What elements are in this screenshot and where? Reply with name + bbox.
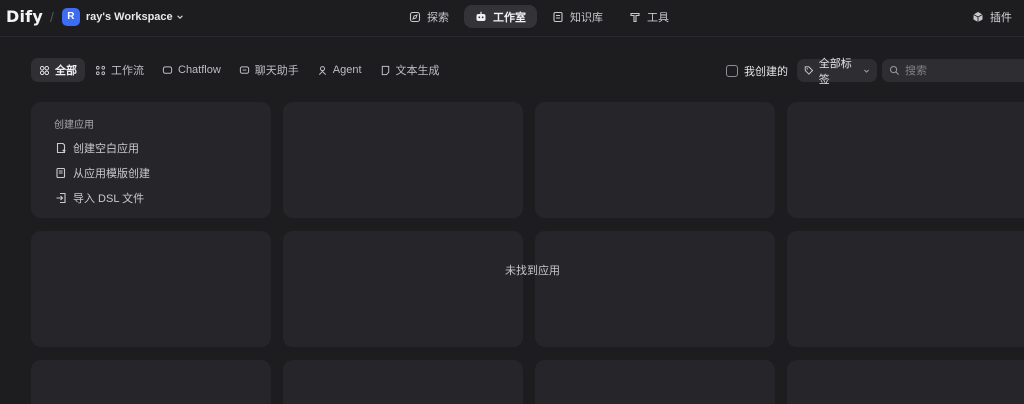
tag-icon <box>804 66 814 75</box>
create-app-title: 创建应用 <box>54 120 94 131</box>
blank-file-icon <box>56 142 66 154</box>
agent-icon <box>318 65 326 75</box>
chevron-down-icon <box>863 69 869 73</box>
filter-all[interactable]: 全部 <box>31 58 85 82</box>
nav-explore[interactable]: 探索 <box>398 5 460 28</box>
dify-logo[interactable]: Dify <box>6 7 43 26</box>
placeholder-card <box>283 360 523 404</box>
search-input[interactable] <box>905 64 1015 77</box>
create-from-template-label: 从应用模版创建 <box>73 168 150 180</box>
search-box[interactable] <box>882 59 1024 82</box>
cube-icon <box>973 12 983 22</box>
created-by-me-label: 我创建的 <box>744 66 788 78</box>
placeholder-card <box>283 231 523 347</box>
tag-filter-label: 全部标签 <box>818 57 852 86</box>
placeholder-card <box>283 102 523 218</box>
workspace-avatar[interactable]: R <box>61 7 80 26</box>
nav-knowledge-label: 知识库 <box>570 11 603 24</box>
created-by-me-checkbox[interactable] <box>726 65 738 77</box>
placeholder-card <box>787 231 1024 347</box>
main-nav: 探索 工作室 知识库 工具 <box>398 5 680 28</box>
filter-workflow-label: 工作流 <box>111 65 144 77</box>
nav-tools[interactable]: 工具 <box>618 5 680 28</box>
placeholder-card <box>535 231 775 347</box>
placeholder-card <box>787 360 1024 404</box>
plugins-label: 插件 <box>990 12 1012 24</box>
nav-explore-label: 探索 <box>427 11 449 24</box>
nav-studio[interactable]: 工作室 <box>464 5 537 28</box>
workspace-name[interactable]: ray's Workspace <box>86 11 173 23</box>
filter-agent[interactable]: Agent <box>309 58 370 82</box>
import-dsl-button[interactable]: 导入 DSL 文件 <box>55 187 271 209</box>
plugins-button[interactable]: 插件 <box>972 9 1012 25</box>
created-by-me-toggle[interactable]: 我创建的 <box>726 63 788 79</box>
filter-all-label: 全部 <box>55 65 77 77</box>
filter-workflow[interactable]: 工作流 <box>87 58 152 82</box>
filter-text-generation[interactable]: 文本生成 <box>372 58 448 82</box>
search-icon <box>889 65 899 75</box>
workflow-icon <box>95 65 106 75</box>
placeholder-card <box>31 360 271 404</box>
import-dsl-label: 导入 DSL 文件 <box>73 193 145 205</box>
grid-icon <box>40 65 49 75</box>
hammer-icon <box>630 12 640 22</box>
document-icon <box>381 65 389 75</box>
filter-chatflow-label: Chatflow <box>178 64 221 76</box>
create-blank-app-label: 创建空白应用 <box>73 143 139 155</box>
breadcrumb-separator: / <box>49 8 54 25</box>
book-icon <box>553 11 563 22</box>
nav-knowledge[interactable]: 知识库 <box>541 5 614 28</box>
placeholder-card <box>535 102 775 218</box>
filter-chat-assistant-label: 聊天助手 <box>254 65 299 77</box>
app-type-filters: 全部 工作流 Chatflow 聊天助手 Agent 文本生成 <box>31 58 448 82</box>
template-icon <box>56 167 66 179</box>
create-app-card: 创建应用 创建空白应用 从应用模版创建 导入 DSL 文件 <box>31 102 271 218</box>
nav-studio-label: 工作室 <box>493 11 526 24</box>
explore-icon <box>409 11 421 22</box>
create-blank-app-button[interactable]: 创建空白应用 <box>55 137 271 159</box>
filter-chatflow[interactable]: Chatflow <box>154 58 229 82</box>
filter-chat-assistant[interactable]: 聊天助手 <box>231 58 307 82</box>
empty-state-text: 未找到应用 <box>505 265 560 277</box>
filter-agent-label: Agent <box>332 64 362 76</box>
chatflow-icon <box>162 65 173 74</box>
chevron-down-icon[interactable] <box>176 13 184 21</box>
robot-icon <box>476 11 486 21</box>
placeholder-card <box>535 360 775 404</box>
chat-icon <box>239 65 249 74</box>
top-header: Dify / R ray's Workspace 探索 工作室 知识库 工具 插… <box>0 0 1024 37</box>
placeholder-card <box>31 231 271 347</box>
nav-tools-label: 工具 <box>647 11 669 24</box>
create-from-template-button[interactable]: 从应用模版创建 <box>55 162 271 184</box>
import-icon <box>56 192 66 204</box>
tag-filter-select[interactable]: 全部标签 <box>797 58 877 86</box>
placeholder-card <box>787 102 1024 218</box>
filter-text-generation-label: 文本生成 <box>395 65 440 77</box>
brand: Dify / R ray's Workspace <box>6 7 184 26</box>
